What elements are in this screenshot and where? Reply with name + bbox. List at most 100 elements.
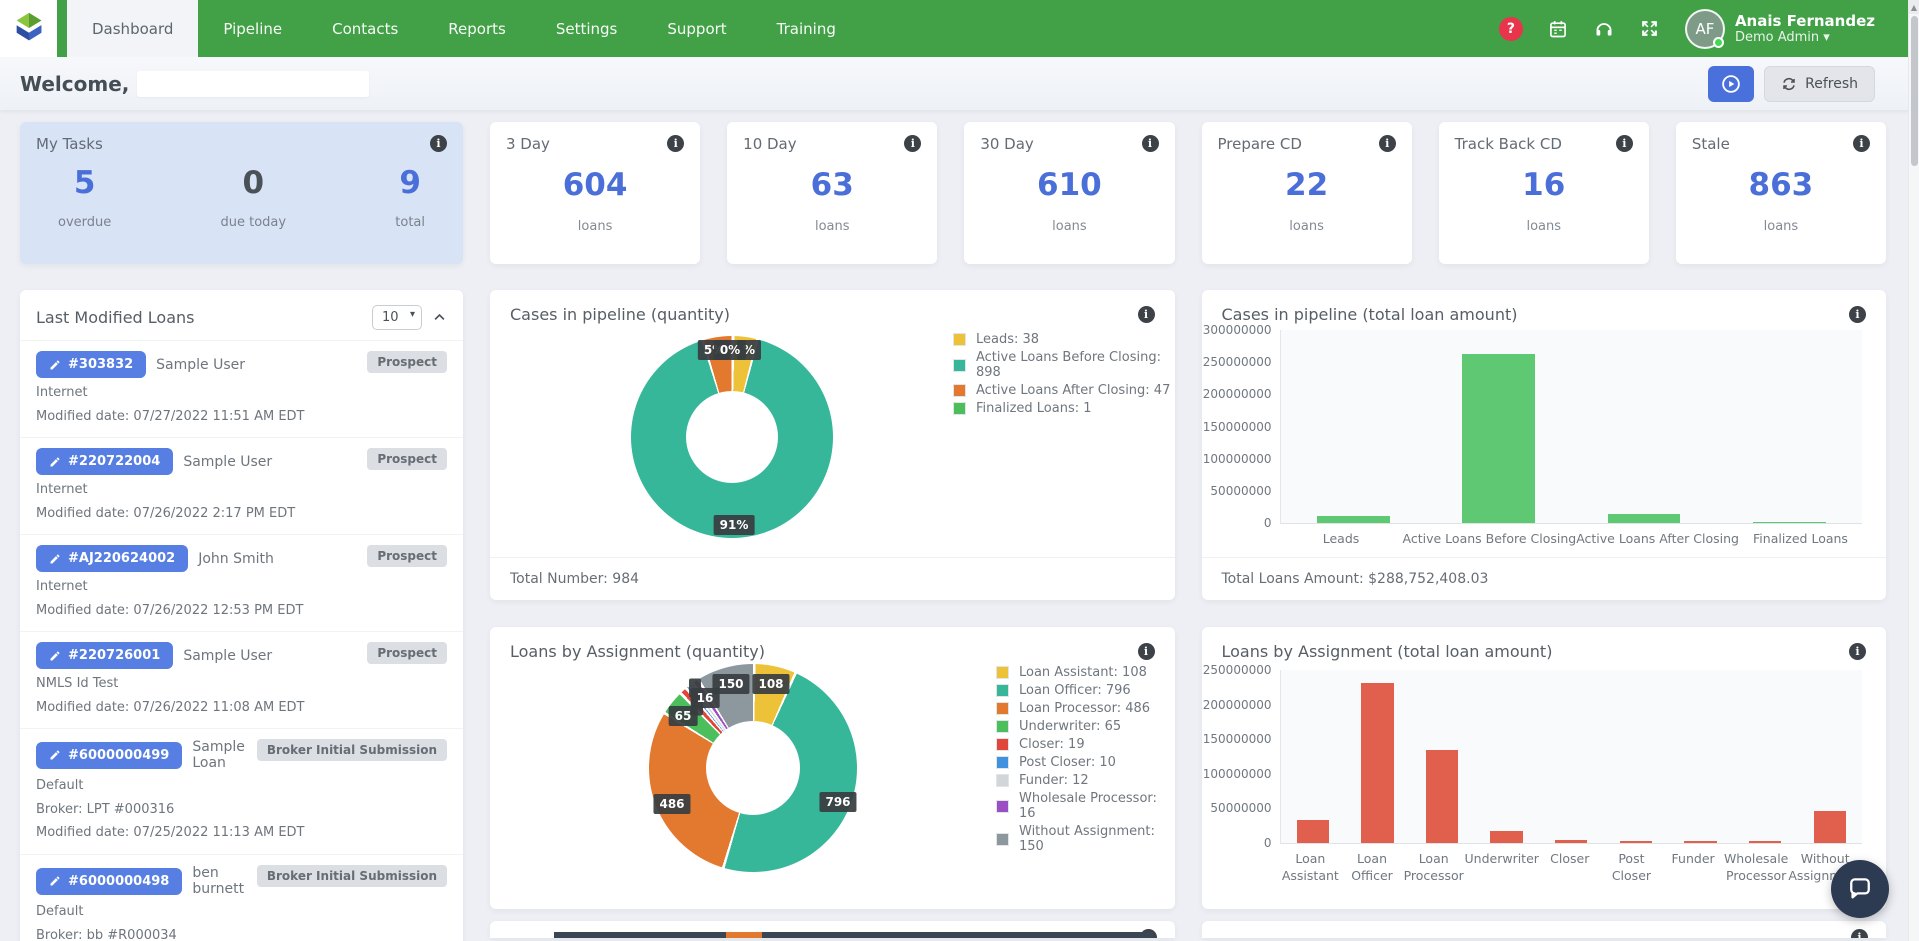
bar-active-loans-after-closing[interactable] [1607,514,1681,523]
walkthrough-play-button[interactable] [1708,65,1755,102]
bar-active-loans-before-closing[interactable] [1462,353,1535,523]
loan-detail-line: Modified date: 07/26/2022 12:53 PM EDT [36,602,304,618]
fullscreen-icon[interactable] [1639,18,1661,40]
info-icon[interactable]: i [1137,306,1155,323]
stat-card-my-tasks[interactable]: My Tasks i 5 overdue 0 due today 9 total [20,122,463,264]
tab-support[interactable]: Support [642,0,751,57]
legend-item-post-closer[interactable]: Post Closer: 10 [996,755,1175,770]
loan-id-button[interactable]: #6000000499 [36,741,183,769]
pipeline-qty-donut[interactable]: %5%0%91% [631,336,833,538]
bar-post-closer[interactable] [1619,840,1652,843]
bar-without-assignment[interactable] [1813,811,1846,843]
stat-card-3-day[interactable]: 3 Day i 604 loans [490,122,701,264]
nav-right: ? AF Anais Fernandez Demo Admin ▾ [1498,8,1875,49]
stat-card-stale[interactable]: Stale i 863 loans [1675,122,1886,264]
bar-leads[interactable] [1316,516,1390,523]
loan-id-button[interactable]: #303832 [36,351,147,378]
legend-item-loan-officer[interactable]: Loan Officer: 796 [996,683,1175,698]
assignment-qty-donut[interactable]: 65 16 150 108 796 486 [649,664,857,872]
legend-swatch [996,756,1009,769]
chart-total: Total Loans Amount: $288,752,408.03 [1201,557,1886,600]
legend-item-active-loans-before-closing[interactable]: Active Loans Before Closing: 898 [953,350,1175,380]
bar-funder[interactable] [1684,840,1717,843]
legend-item-without-assignment[interactable]: Without Assignment: 150 [996,824,1175,854]
calendar-icon[interactable] [1547,18,1569,40]
avatar-initials: AF [1695,19,1715,38]
x-tick-label: Funder [1671,851,1715,866]
stat-card-10-day[interactable]: 10 Day i 63 loans [727,122,938,264]
tab-pipeline[interactable]: Pipeline [198,0,307,57]
x-tick-label: Post Closer [1611,851,1652,883]
loan-id-button[interactable]: #AJ220624002 [36,545,189,573]
page-size-select[interactable]: 10 [372,305,422,330]
info-icon[interactable]: i [667,135,685,152]
user-menu[interactable]: AF Anais Fernandez Demo Admin ▾ [1684,8,1875,49]
stat-card-track-back-cd[interactable]: Track Back CD i 16 loans [1438,122,1649,264]
tab-contacts[interactable]: Contacts [307,0,423,57]
info-icon[interactable]: i [1851,929,1868,938]
bar-underwriter[interactable] [1490,830,1523,843]
stat-card-title: Stale [1691,135,1730,153]
refresh-button[interactable]: Refresh [1764,65,1875,102]
bar-loan-assistant[interactable] [1296,820,1329,843]
legend-item-leads[interactable]: Leads: 38 [953,332,1175,347]
info-icon[interactable]: i [1137,643,1155,660]
x-tick-label: Active Loans After Closing [1576,531,1739,546]
loan-id-button[interactable]: #220722004 [36,448,174,476]
info-icon[interactable]: i [1853,135,1870,152]
legend-item-underwriter[interactable]: Underwriter: 65 [996,719,1175,734]
bar-wholesale-processor[interactable] [1748,840,1782,843]
legend-label: Loan Officer: 796 [1019,683,1131,698]
tab-training[interactable]: Training [752,0,861,57]
donut-label: 486 [653,794,691,814]
legend-item-loan-processor[interactable]: Loan Processor: 486 [996,701,1175,716]
loan-borrower-name: ben burnett [192,865,245,898]
chevron-down-icon: ▾ [1823,30,1830,45]
info-icon[interactable]: i [904,135,922,152]
bar-loan-officer[interactable] [1361,683,1394,843]
legend-item-active-loans-after-closing[interactable]: Active Loans After Closing: 47 [953,383,1175,398]
y-tick-label: 50000000 [1210,483,1272,498]
scroll-up-arrow[interactable]: ▲ [1909,0,1919,14]
legend-item-closer[interactable]: Closer: 19 [996,737,1175,752]
pencil-icon [50,651,60,661]
stat-card-30-day[interactable]: 30 Day i 610 loans [964,122,1175,264]
avatar[interactable]: AF [1684,8,1725,49]
stat-card-title: 30 Day [980,135,1034,153]
legend-item-wholesale-processor[interactable]: Wholesale Processor: 16 [996,791,1175,821]
task-metric-label: overdue [58,215,112,230]
info-icon[interactable]: i [430,135,447,152]
bar-finalized-loans[interactable] [1752,522,1826,523]
y-tick-label: 100000000 [1202,451,1272,466]
legend-item-funder[interactable]: Funder: 12 [996,773,1175,788]
x-tick-label: Closer [1550,851,1590,866]
tab-dashboard[interactable]: Dashboard [67,0,199,57]
chat-widget-button[interactable] [1831,860,1889,918]
loan-detail-line: Internet [36,482,88,498]
chart-legend: Loan Assistant: 108 Loan Officer: 796 Loan… [996,665,1175,857]
page-scrollbar[interactable]: ▲ [1908,0,1919,941]
collapse-panel-icon[interactable] [432,310,447,325]
tab-settings[interactable]: Settings [531,0,643,57]
info-icon[interactable]: i [1141,135,1159,152]
legend-item-finalized-loans[interactable]: Finalized Loans: 1 [953,401,1175,416]
info-icon[interactable]: i [1378,135,1396,152]
loan-id-button[interactable]: #220726001 [36,642,174,670]
support-headset-icon[interactable] [1593,18,1615,40]
legend-item-loan-assistant[interactable]: Loan Assistant: 108 [996,665,1175,680]
x-tick-label: Leads [1322,531,1360,546]
bar-closer[interactable] [1555,839,1588,843]
bar-loan-processor[interactable] [1425,750,1459,843]
info-icon[interactable]: i [1849,306,1866,323]
loan-id-button[interactable]: #6000000498 [36,867,183,895]
info-icon[interactable]: i [1615,135,1633,152]
donut-hole [706,721,800,815]
scrollbar-thumb[interactable] [1911,16,1918,166]
welcome-actions: Refresh [1708,65,1875,102]
info-icon[interactable]: i [1849,643,1866,660]
cases-pipeline-qty-panel: Cases in pipeline (quantity) i %5%0%91% … [490,290,1175,600]
help-icon[interactable]: ? [1498,16,1523,41]
stat-card-prepare-cd[interactable]: Prepare CD i 22 loans [1201,122,1412,264]
loan-list-item: #220726001 Sample User Prospect NMLS Id Tes… [20,631,463,728]
tab-reports[interactable]: Reports [423,0,531,57]
